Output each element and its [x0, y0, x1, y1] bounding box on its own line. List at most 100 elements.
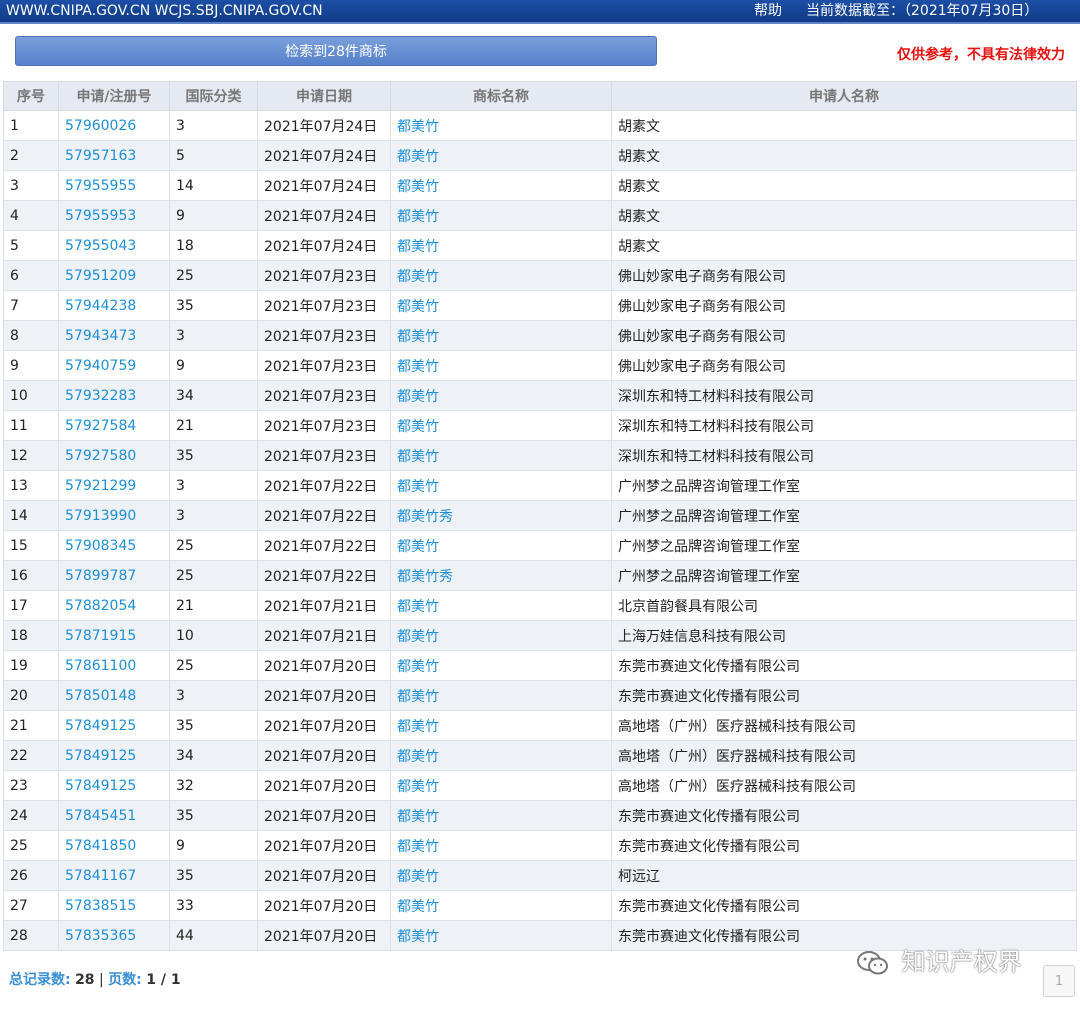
reg-number-link[interactable]: 57940759	[58, 350, 170, 381]
trademark-name-link[interactable]: 都美竹	[390, 740, 612, 771]
reg-number-link[interactable]: 57932283	[58, 380, 170, 411]
help-link[interactable]: 帮助	[754, 0, 782, 22]
pages-value: 1 / 1	[146, 972, 181, 988]
trademark-name-link[interactable]: 都美竹	[390, 320, 612, 351]
trademark-name-link[interactable]: 都美竹	[390, 650, 612, 681]
trademark-name-link[interactable]: 都美竹	[390, 440, 612, 471]
row-index: 21	[3, 710, 59, 741]
date-cell: 2021年07月20日	[257, 890, 391, 921]
trademark-name-link[interactable]: 都美竹	[390, 830, 612, 861]
date-cell: 2021年07月20日	[257, 920, 391, 951]
reg-number-link[interactable]: 57927580	[58, 440, 170, 471]
trademark-name-link[interactable]: 都美竹	[390, 290, 612, 321]
trademark-name-link[interactable]: 都美竹	[390, 410, 612, 441]
result-count-button[interactable]: 检索到28件商标	[15, 36, 657, 66]
reg-number-link[interactable]: 57861100	[58, 650, 170, 681]
applicant-cell: 北京首韵餐具有限公司	[611, 590, 1077, 621]
class-cell: 14	[169, 170, 258, 201]
applicant-cell: 佛山妙家电子商务有限公司	[611, 320, 1077, 351]
row-index: 18	[3, 620, 59, 651]
reg-number-link[interactable]: 57960026	[58, 110, 170, 141]
reg-number-link[interactable]: 57927584	[58, 410, 170, 441]
reg-number-link[interactable]: 57882054	[58, 590, 170, 621]
trademark-name-link[interactable]: 都美竹	[390, 890, 612, 921]
reg-number-link[interactable]: 57845451	[58, 800, 170, 831]
class-cell: 25	[169, 260, 258, 291]
row-index: 19	[3, 650, 59, 681]
table-row: 4 57955953 9 2021年07月24日 都美竹 胡素文	[3, 200, 1077, 231]
reg-number-link[interactable]: 57849125	[58, 740, 170, 771]
trademark-name-link[interactable]: 都美竹	[390, 770, 612, 801]
date-cell: 2021年07月20日	[257, 800, 391, 831]
class-cell: 3	[169, 110, 258, 141]
col-header-trademark: 商标名称	[390, 81, 612, 111]
reg-number-link[interactable]: 57871915	[58, 620, 170, 651]
page-button-1[interactable]: 1	[1043, 965, 1075, 997]
class-cell: 3	[169, 500, 258, 531]
reg-number-link[interactable]: 57955953	[58, 200, 170, 231]
date-cell: 2021年07月23日	[257, 350, 391, 381]
trademark-name-link[interactable]: 都美竹	[390, 710, 612, 741]
class-cell: 35	[169, 860, 258, 891]
row-index: 14	[3, 500, 59, 531]
trademark-name-link[interactable]: 都美竹秀	[390, 500, 612, 531]
trademark-name-link[interactable]: 都美竹	[390, 920, 612, 951]
date-cell: 2021年07月24日	[257, 170, 391, 201]
trademark-name-link[interactable]: 都美竹	[390, 200, 612, 231]
table-row: 6 57951209 25 2021年07月23日 都美竹 佛山妙家电子商务有限公司	[3, 260, 1077, 291]
trademark-name-link[interactable]: 都美竹	[390, 110, 612, 141]
reg-number-link[interactable]: 57850148	[58, 680, 170, 711]
trademark-name-link[interactable]: 都美竹	[390, 800, 612, 831]
trademark-name-link[interactable]: 都美竹	[390, 620, 612, 651]
table-row: 27 57838515 33 2021年07月20日 都美竹 东莞市赛迪文化传播有限公司	[3, 890, 1077, 921]
site-urls[interactable]: WWW.CNIPA.GOV.CN WCJS.SBJ.CNIPA.GOV.CN	[6, 0, 323, 22]
reg-number-link[interactable]: 57955043	[58, 230, 170, 261]
trademark-name-link[interactable]: 都美竹	[390, 470, 612, 501]
trademark-name-link[interactable]: 都美竹	[390, 140, 612, 171]
row-index: 10	[3, 380, 59, 411]
total-records-value: 28	[75, 972, 95, 988]
trademark-name-link[interactable]: 都美竹	[390, 680, 612, 711]
applicant-cell: 深圳东和特工材料科技有限公司	[611, 410, 1077, 441]
reg-number-link[interactable]: 57908345	[58, 530, 170, 561]
date-cell: 2021年07月23日	[257, 380, 391, 411]
trademark-name-link[interactable]: 都美竹	[390, 170, 612, 201]
reg-number-link[interactable]: 57951209	[58, 260, 170, 291]
trademark-name-link[interactable]: 都美竹	[390, 590, 612, 621]
date-cell: 2021年07月24日	[257, 200, 391, 231]
reg-number-link[interactable]: 57835365	[58, 920, 170, 951]
reg-number-link[interactable]: 57841167	[58, 860, 170, 891]
reg-number-link[interactable]: 57849125	[58, 770, 170, 801]
trademark-name-link[interactable]: 都美竹	[390, 530, 612, 561]
row-index: 6	[3, 260, 59, 291]
reg-number-link[interactable]: 57957163	[58, 140, 170, 171]
reg-number-link[interactable]: 57943473	[58, 320, 170, 351]
top-bar: WWW.CNIPA.GOV.CN WCJS.SBJ.CNIPA.GOV.CN 帮…	[0, 0, 1080, 24]
date-cell: 2021年07月20日	[257, 740, 391, 771]
trademark-name-link[interactable]: 都美竹秀	[390, 560, 612, 591]
reg-number-link[interactable]: 57955955	[58, 170, 170, 201]
table-row: 7 57944238 35 2021年07月23日 都美竹 佛山妙家电子商务有限公司	[3, 290, 1077, 321]
date-cell: 2021年07月20日	[257, 680, 391, 711]
trademark-name-link[interactable]: 都美竹	[390, 350, 612, 381]
table-row: 2 57957163 5 2021年07月24日 都美竹 胡素文	[3, 140, 1077, 171]
trademark-name-link[interactable]: 都美竹	[390, 230, 612, 261]
table-row: 14 57913990 3 2021年07月22日 都美竹秀 广州梦之品牌咨询管理工作室	[3, 500, 1077, 531]
reg-number-link[interactable]: 57841850	[58, 830, 170, 861]
class-cell: 9	[169, 830, 258, 861]
reg-number-link[interactable]: 57899787	[58, 560, 170, 591]
reg-number-link[interactable]: 57838515	[58, 890, 170, 921]
date-cell: 2021年07月23日	[257, 320, 391, 351]
trademark-name-link[interactable]: 都美竹	[390, 380, 612, 411]
date-cell: 2021年07月21日	[257, 620, 391, 651]
reg-number-link[interactable]: 57944238	[58, 290, 170, 321]
reg-number-link[interactable]: 57913990	[58, 500, 170, 531]
trademark-name-link[interactable]: 都美竹	[390, 260, 612, 291]
reg-number-link[interactable]: 57921299	[58, 470, 170, 501]
trademark-name-link[interactable]: 都美竹	[390, 860, 612, 891]
col-header-class: 国际分类	[169, 81, 258, 111]
date-cell: 2021年07月24日	[257, 230, 391, 261]
row-index: 13	[3, 470, 59, 501]
reg-number-link[interactable]: 57849125	[58, 710, 170, 741]
applicant-cell: 佛山妙家电子商务有限公司	[611, 290, 1077, 321]
